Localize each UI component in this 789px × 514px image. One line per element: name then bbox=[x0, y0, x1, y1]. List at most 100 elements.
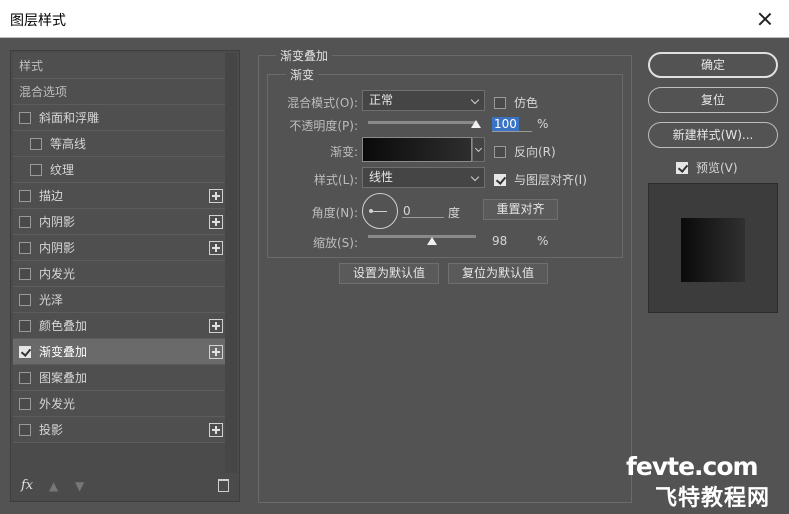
opacity-slider-thumb[interactable] bbox=[471, 120, 481, 128]
sidebar-item[interactable]: 外发光 bbox=[13, 391, 225, 417]
checkbox-icon bbox=[676, 162, 688, 174]
checkbox-icon[interactable] bbox=[19, 216, 31, 228]
add-effect-icon[interactable] bbox=[209, 345, 223, 359]
reset-align-button[interactable]: 重置对齐 bbox=[483, 199, 558, 220]
scale-input[interactable]: 98 bbox=[492, 234, 507, 248]
add-effect-icon[interactable] bbox=[209, 319, 223, 333]
sidebar-item[interactable]: 内发光 bbox=[13, 261, 225, 287]
reset-default-button[interactable]: 复位为默认值 bbox=[448, 263, 548, 284]
style-value: 线性 bbox=[369, 170, 394, 184]
checkbox-icon[interactable] bbox=[19, 268, 31, 280]
opacity-slider[interactable] bbox=[368, 121, 476, 124]
watermark-text: 飞特教程网 bbox=[655, 486, 771, 511]
title-bar: 图层样式 bbox=[0, 0, 789, 38]
dither-checkbox[interactable]: 仿色 bbox=[494, 94, 538, 111]
scale-slider[interactable] bbox=[368, 235, 476, 238]
checkbox-icon bbox=[494, 146, 506, 158]
checkbox-icon[interactable] bbox=[19, 346, 31, 358]
gradient-swatch[interactable] bbox=[362, 137, 472, 162]
sidebar-item[interactable]: 样式 bbox=[13, 53, 225, 79]
group-title: 渐变 bbox=[286, 66, 319, 83]
sidebar-footer: fx ▲ ▼ bbox=[11, 475, 239, 501]
sidebar-item[interactable]: 颜色叠加 bbox=[13, 313, 225, 339]
checkbox-icon[interactable] bbox=[19, 320, 31, 332]
sidebar-item[interactable]: 内阴影 bbox=[13, 209, 225, 235]
checkbox-icon[interactable] bbox=[19, 190, 31, 202]
checkbox-icon[interactable] bbox=[19, 242, 31, 254]
ok-button[interactable]: 确定 bbox=[648, 52, 778, 78]
sidebar-item-label: 内阴影 bbox=[39, 215, 76, 229]
dither-label: 仿色 bbox=[514, 96, 539, 110]
angle-dial[interactable] bbox=[362, 193, 398, 229]
preview-swatch bbox=[681, 218, 745, 282]
sidebar-item[interactable]: 描边 bbox=[13, 183, 225, 209]
preview-checkbox[interactable]: 预览(V) bbox=[676, 159, 738, 176]
sidebar-item[interactable]: 混合选项 bbox=[13, 79, 225, 105]
add-effect-icon[interactable] bbox=[209, 241, 223, 255]
style-select[interactable]: 线性 bbox=[362, 167, 485, 188]
align-checkbox[interactable]: 与图层对齐(I) bbox=[494, 171, 587, 188]
sidebar-item-label: 纹理 bbox=[50, 163, 75, 177]
scale-label: 缩放(S): bbox=[312, 236, 358, 250]
sidebar-item-label: 斜面和浮雕 bbox=[39, 111, 100, 125]
add-effect-icon[interactable] bbox=[209, 215, 223, 229]
sidebar-item-label: 外发光 bbox=[39, 397, 76, 411]
opacity-unit: % bbox=[537, 117, 549, 131]
fx-icon[interactable]: fx bbox=[21, 478, 33, 493]
sidebar-item-label: 描边 bbox=[39, 189, 64, 203]
checkbox-icon[interactable] bbox=[19, 294, 31, 306]
add-effect-icon[interactable] bbox=[209, 423, 223, 437]
checkbox-icon[interactable] bbox=[19, 424, 31, 436]
checkbox-icon bbox=[494, 174, 506, 186]
blend-mode-value: 正常 bbox=[369, 93, 394, 107]
sidebar-item[interactable]: 纹理 bbox=[13, 157, 225, 183]
add-effect-icon[interactable] bbox=[209, 189, 223, 203]
sidebar-item-label: 样式 bbox=[19, 59, 44, 73]
trash-icon[interactable] bbox=[218, 479, 229, 492]
checkbox-icon[interactable] bbox=[30, 164, 42, 176]
set-default-button[interactable]: 设置为默认值 bbox=[339, 263, 439, 284]
angle-input[interactable]: 0 bbox=[403, 204, 411, 218]
gradient-label: 渐变: bbox=[329, 145, 358, 159]
sidebar-item[interactable]: 光泽 bbox=[13, 287, 225, 313]
style-preview bbox=[648, 183, 778, 313]
blend-mode-label: 混合模式(O): bbox=[287, 96, 358, 110]
angle-label: 角度(N): bbox=[311, 206, 358, 220]
sidebar-item-label: 颜色叠加 bbox=[39, 319, 88, 333]
chevron-down-icon bbox=[470, 172, 480, 182]
new-style-button[interactable]: 新建样式(W)... bbox=[648, 122, 778, 148]
blend-mode-select[interactable]: 正常 bbox=[362, 90, 485, 111]
checkbox-icon[interactable] bbox=[19, 372, 31, 384]
checkbox-icon bbox=[494, 97, 506, 109]
section-title: 渐变叠加 bbox=[276, 47, 333, 64]
checkbox-icon[interactable] bbox=[19, 112, 31, 124]
reverse-label: 反向(R) bbox=[514, 145, 556, 159]
reset-button[interactable]: 复位 bbox=[648, 87, 778, 113]
move-up-icon[interactable]: ▲ bbox=[49, 479, 58, 493]
sidebar-item[interactable]: 等高线 bbox=[13, 131, 225, 157]
style-label: 样式(L): bbox=[313, 173, 358, 187]
sidebar-item[interactable]: 投影 bbox=[13, 417, 225, 443]
sidebar-item-label: 内阴影 bbox=[39, 241, 76, 255]
close-icon[interactable] bbox=[751, 5, 779, 33]
angle-unit: 度 bbox=[448, 206, 461, 220]
preview-label: 预览(V) bbox=[696, 161, 738, 175]
opacity-input[interactable]: 100 bbox=[492, 117, 519, 131]
sidebar-item[interactable]: 内阴影 bbox=[13, 235, 225, 261]
sidebar-item[interactable]: 渐变叠加 bbox=[13, 339, 225, 365]
sidebar-item-label: 光泽 bbox=[39, 293, 64, 307]
sidebar-item[interactable]: 斜面和浮雕 bbox=[13, 105, 225, 131]
scale-slider-thumb[interactable] bbox=[427, 237, 437, 245]
sidebar-item[interactable]: 图案叠加 bbox=[13, 365, 225, 391]
reverse-checkbox[interactable]: 反向(R) bbox=[494, 143, 556, 160]
window-title: 图层样式 bbox=[10, 13, 66, 29]
checkbox-icon[interactable] bbox=[19, 398, 31, 410]
gradient-dropdown[interactable] bbox=[472, 137, 485, 162]
scale-unit: % bbox=[537, 234, 549, 248]
sidebar-scrollbar[interactable] bbox=[225, 53, 237, 473]
checkbox-icon[interactable] bbox=[30, 138, 42, 150]
sidebar-item-label: 混合选项 bbox=[19, 85, 68, 99]
move-down-icon[interactable]: ▼ bbox=[75, 479, 84, 493]
opacity-underline bbox=[492, 131, 532, 132]
chevron-down-icon bbox=[470, 95, 480, 105]
